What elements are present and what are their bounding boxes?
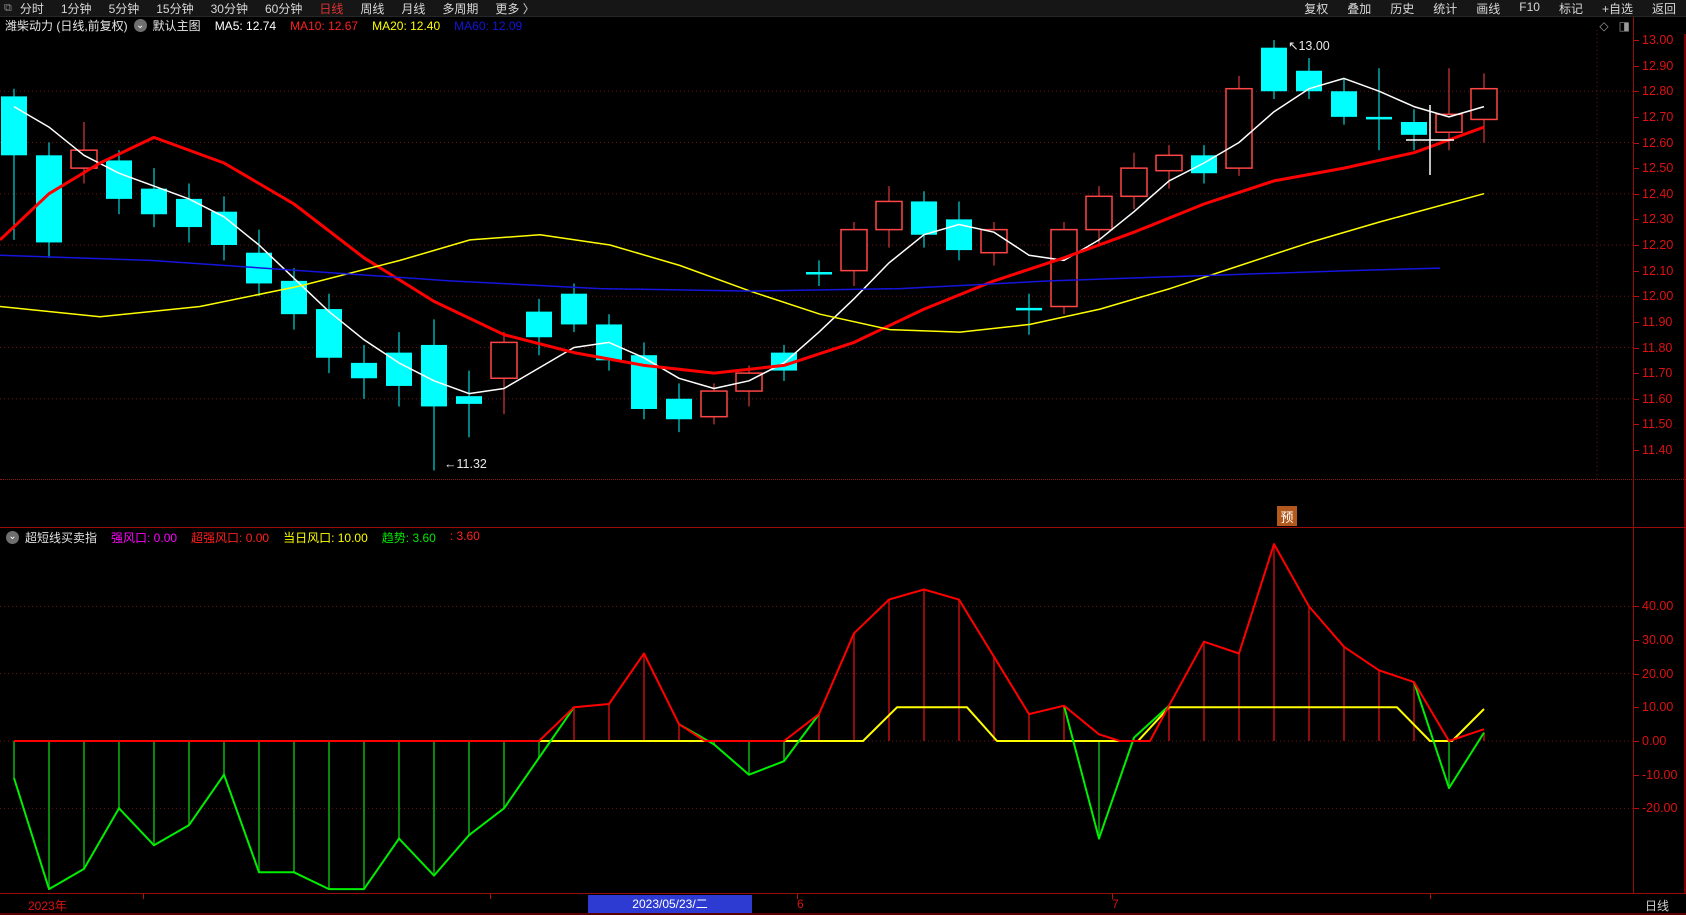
panel-divider-dotted: [0, 479, 1686, 480]
price-axis-label: 12.60: [1642, 135, 1674, 150]
price-axis-label: 12.70: [1642, 109, 1674, 124]
axis-tick: [1634, 40, 1639, 41]
toolbar-button-0[interactable]: 复权: [1304, 0, 1328, 17]
axis-tick: [1634, 168, 1639, 170]
price-marker-1: ←11.32: [444, 457, 487, 471]
period-tab-9[interactable]: 多周期: [442, 0, 478, 17]
axis-tick: [1634, 321, 1639, 323]
axis-tick: [1634, 347, 1639, 349]
axis-tick: [1634, 142, 1639, 144]
price-marker-0: ↖13.00: [1288, 39, 1330, 53]
time-axis-tick: [490, 894, 491, 899]
indicator-canvas[interactable]: [0, 527, 1634, 893]
price-axis-label: 13.00: [1642, 33, 1674, 47]
axis-tick: [1634, 270, 1639, 272]
period-tab-2[interactable]: 5分钟: [109, 0, 140, 17]
axis-tick: [1634, 116, 1639, 118]
axis-tick: [1634, 808, 1639, 810]
axis-tick: [1634, 673, 1639, 675]
price-axis-label: 11.90: [1642, 314, 1673, 329]
main-chart-canvas[interactable]: [0, 30, 1634, 480]
alert-flag-badge: 预: [1277, 506, 1297, 526]
axis-tick: [1634, 91, 1639, 93]
period-tab-7[interactable]: 周线: [360, 0, 384, 17]
period-tab-4[interactable]: 30分钟: [211, 0, 248, 17]
period-toolbar: ⧉ 分时 1分钟 5分钟 15分钟 30分钟 60分钟 日线 周线 月线 多周期 更多 〉 复权 叠加…: [0, 0, 1686, 17]
toolbar-button-8[interactable]: 返回: [1652, 0, 1676, 17]
price-axis-label: 11.60: [1642, 391, 1673, 406]
axis-tick: [1634, 65, 1639, 67]
toolbar-button-4[interactable]: 画线: [1476, 0, 1500, 17]
period-tab-10[interactable]: 更多 〉: [495, 0, 534, 17]
toolbar-button-6[interactable]: 标记: [1559, 0, 1583, 17]
axis-tick: [1634, 245, 1639, 246]
price-axis-label: 12.40: [1642, 186, 1674, 201]
price-axis-label: 12.50: [1642, 161, 1674, 176]
indicator-axis-label: -10.00: [1642, 767, 1678, 782]
axis-tick: [1634, 219, 1639, 221]
indicator-axis-label: -20.00: [1642, 801, 1678, 816]
toolbar-button-3[interactable]: 统计: [1433, 0, 1457, 17]
indicator-axis-label: 0.00: [1642, 734, 1667, 748]
axis-tick: [1634, 398, 1639, 400]
axis-tick: [1634, 193, 1639, 195]
price-axis-label: 11.80: [1642, 340, 1673, 355]
period-tabs: 分时 1分钟 5分钟 15分钟 30分钟 60分钟 日线 周线 月线 多周期 更多 〉: [20, 0, 535, 17]
period-tab-1[interactable]: 1分钟: [61, 0, 92, 17]
axis-tick: [1634, 640, 1639, 642]
axis-tick: [1634, 741, 1639, 742]
time-axis-tick: [1430, 894, 1431, 899]
axis-tick: [1634, 424, 1639, 426]
month-label-1: 7: [1112, 897, 1119, 911]
price-axis-label: 12.80: [1642, 84, 1674, 99]
axis-tick: [1634, 450, 1639, 451]
toolbar-button-2[interactable]: 历史: [1390, 0, 1414, 17]
toolbar-button-7[interactable]: +自选: [1602, 0, 1633, 17]
indicator-axis-label: 30.00: [1642, 633, 1674, 648]
indicator-axis-label: 40.00: [1642, 599, 1674, 614]
price-axis-label: 11.40: [1642, 443, 1673, 457]
toolbar-button-1[interactable]: 叠加: [1347, 0, 1371, 17]
axis-tick: [1634, 373, 1639, 375]
toolbar-button-5[interactable]: F10: [1519, 0, 1540, 17]
year-label: 2023年: [28, 899, 67, 913]
price-axis-label: 12.10: [1642, 263, 1674, 278]
toolbar-buttons: 复权 叠加 历史 统计 画线 F10 标记 +自选 返回: [1304, 0, 1686, 17]
period-tab-5[interactable]: 60分钟: [265, 0, 302, 17]
period-tab-0[interactable]: 分时: [20, 0, 44, 17]
axis-tick: [1634, 296, 1639, 298]
price-axis-label: 11.70: [1642, 366, 1673, 381]
price-axis-label: 12.30: [1642, 212, 1674, 227]
period-tab-6[interactable]: 日线: [319, 0, 343, 17]
price-axis-label: 12.90: [1642, 58, 1674, 73]
selected-date-box: 2023/05/23/二: [588, 895, 752, 913]
chart-window: ⧉ 分时 1分钟 5分钟 15分钟 30分钟 60分钟 日线 周线 月线 多周期 更多 〉 复权 叠加…: [0, 0, 1686, 915]
time-axis-tick: [1112, 894, 1113, 899]
period-tab-8[interactable]: 月线: [401, 0, 425, 17]
axis-tick: [1634, 774, 1639, 776]
app-window-icon[interactable]: ⧉: [4, 2, 12, 15]
indicator-axis-label: 20.00: [1642, 666, 1674, 681]
price-axis-label: 11.50: [1642, 417, 1673, 432]
time-axis-tick: [797, 894, 798, 899]
price-axis-label: 12.20: [1642, 238, 1674, 252]
axis-tick: [1634, 606, 1639, 608]
period-status-label: 日线: [1645, 899, 1670, 913]
month-label-0: 6: [797, 897, 804, 911]
price-axis-label: 12.00: [1642, 289, 1674, 304]
period-tab-3[interactable]: 15分钟: [156, 0, 193, 17]
indicator-axis-label: 10.00: [1642, 700, 1674, 715]
axis-tick: [1634, 707, 1639, 709]
time-axis-bar: 2023年 2023/05/23/二 日线 6 7: [0, 893, 1686, 915]
time-axis-tick: [143, 894, 144, 899]
